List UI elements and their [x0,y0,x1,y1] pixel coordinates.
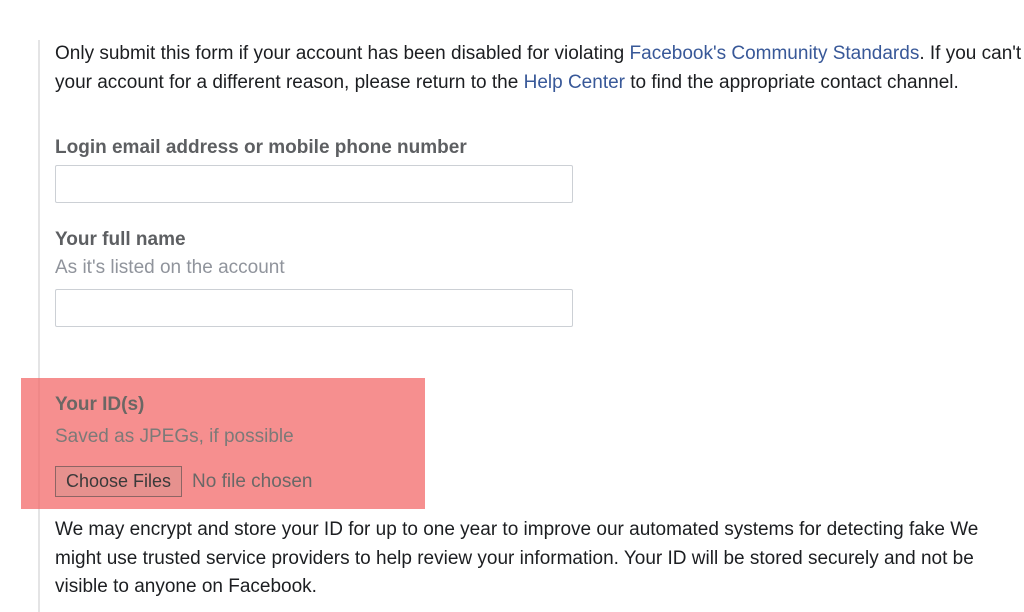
community-standards-link[interactable]: Facebook's Community Standards [630,43,920,64]
id-sublabel: Saved as JPEGs, if possible [55,426,425,448]
intro-paragraph: Only submit this form if your account ha… [55,40,1024,97]
intro-text-3: to find the appropriate contact channel. [625,72,959,93]
left-border [38,40,40,612]
email-section: Login email address or mobile phone numb… [55,137,1024,203]
name-input[interactable] [55,289,573,327]
id-highlight-box: Your ID(s) Saved as JPEGs, if possible C… [21,378,425,509]
file-status: No file chosen [192,471,312,493]
file-row: Choose Files No file chosen [55,466,425,497]
help-center-link[interactable]: Help Center [524,72,625,93]
email-label: Login email address or mobile phone numb… [55,137,1024,159]
name-sublabel: As it's listed on the account [55,257,1024,279]
id-label: Your ID(s) [55,394,425,416]
email-input[interactable] [55,165,573,203]
intro-text-1: Only submit this form if your account ha… [55,43,630,64]
name-section: Your full name As it's listed on the acc… [55,229,1024,327]
name-label: Your full name [55,229,1024,251]
encryption-disclosure: We may encrypt and store your ID for up … [55,516,1024,602]
choose-files-button[interactable]: Choose Files [55,466,182,497]
